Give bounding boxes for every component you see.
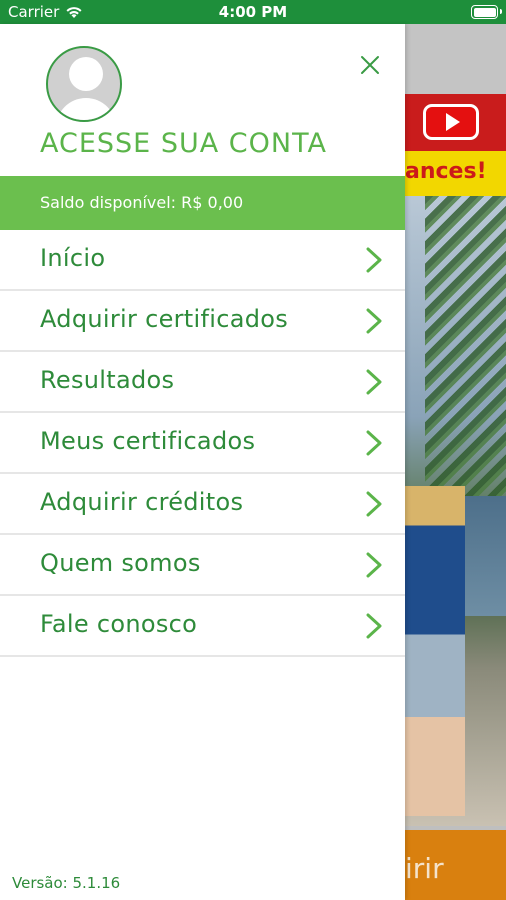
close-icon [361, 56, 379, 74]
menu-item-resultados[interactable]: Resultados [0, 352, 405, 413]
background-photo [405, 196, 506, 826]
menu-item-adquirir-creditos[interactable]: Adquirir créditos [0, 474, 405, 535]
drawer-menu: Início Adquirir certificados Resultados … [0, 230, 405, 657]
battery-icon [471, 5, 502, 19]
menu-item-fale-conosco[interactable]: Fale conosco [0, 596, 405, 657]
clock: 4:00 PM [218, 3, 288, 21]
chevron-right-icon [366, 491, 382, 517]
close-button[interactable] [356, 51, 384, 79]
menu-item-label: Meus certificados [40, 427, 256, 455]
menu-item-label: Início [40, 244, 106, 272]
menu-item-quem-somos[interactable]: Quem somos [0, 535, 405, 596]
background-footer-text: irir [405, 852, 444, 885]
background-header [405, 24, 506, 94]
youtube-icon [423, 104, 479, 140]
background-footer-button: irir [405, 830, 506, 900]
chevron-right-icon [366, 247, 382, 273]
balance-label: Saldo disponível: R$ 0,00 [40, 193, 244, 212]
menu-item-label: Resultados [40, 366, 175, 394]
chevron-right-icon [366, 613, 382, 639]
menu-item-meus-certificados[interactable]: Meus certificados [0, 413, 405, 474]
menu-item-label: Adquirir créditos [40, 488, 244, 516]
background-banner-text: ances! [405, 159, 487, 184]
menu-item-adquirir-certificados[interactable]: Adquirir certificados [0, 291, 405, 352]
avatar-body [56, 98, 116, 120]
status-bar: Carrier 4:00 PM [0, 0, 506, 24]
balance-bar: Saldo disponível: R$ 0,00 [0, 176, 405, 230]
avatar[interactable] [46, 46, 122, 122]
background-app: ances! irir [405, 24, 506, 900]
side-drawer: ACESSE SUA CONTA Saldo disponível: R$ 0,… [0, 24, 405, 900]
app-version: Versão: 5.1.16 [12, 874, 121, 892]
chevron-right-icon [366, 552, 382, 578]
account-login-link[interactable]: ACESSE SUA CONTA [40, 128, 327, 159]
chevron-right-icon [366, 369, 382, 395]
chevron-right-icon [366, 308, 382, 334]
chevron-right-icon [366, 430, 382, 456]
avatar-head [69, 57, 103, 91]
background-banner: ances! [405, 94, 506, 196]
menu-item-label: Fale conosco [40, 610, 198, 638]
menu-item-inicio[interactable]: Início [0, 230, 405, 291]
menu-item-label: Quem somos [40, 549, 201, 577]
menu-item-label: Adquirir certificados [40, 305, 289, 333]
